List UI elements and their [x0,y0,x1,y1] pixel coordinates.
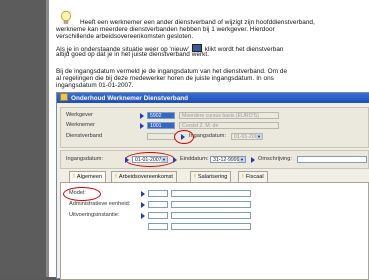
chevron-down-icon[interactable]: ▼ [256,134,262,139]
warning-icon: ! [73,174,75,180]
uitvoeringsinstantie-label: Uitvoeringsinstantie: [69,212,120,218]
einddatum-pointer-icon [173,157,177,163]
ingangsdatum-pointer-icon [125,157,129,163]
window-title: Onderhoud Werknemer Dienstverband [71,95,189,102]
extra-name-field [171,223,251,230]
tab-algemeen[interactable]: ! Algemeen [69,171,107,182]
paragraph-3-line-1: Bij de ingangsdatum vermeld je de ingang… [56,68,288,75]
administratieve-eenheid-label: Administratieve eenheid: [69,201,131,207]
administratieve-name-field [171,201,251,208]
tab-algemeen-label: Algemeen [76,174,103,180]
omschrijving-field[interactable] [297,156,367,163]
ingangsdatum-inline-field[interactable]: 01-01-2007 ▼ [231,133,263,140]
werknemer-field[interactable]: 1001 [147,122,175,129]
left-margin [0,0,46,277]
date-panel: Ingangsdatum: 01-01-2007 ▼ Einddatum: 31-… [60,150,369,169]
dienstverband-window: Onderhoud Werknemer Dienstverband Werkge… [56,92,369,280]
model-code-field[interactable] [148,190,168,197]
paragraph-3-line-2: al regelingen die bij deze medewerker ho… [56,75,274,82]
ingangsdatum-inline-label: Ingangsdatum: [189,133,227,139]
dienstverband-field[interactable] [147,133,175,140]
ingangsdatum-label: Ingangsdatum: [66,156,104,162]
window-titlebar: Onderhoud Werknemer Dienstverband [57,93,369,103]
werknemer-pointer-icon [140,123,144,129]
warning-icon: ! [115,174,117,180]
warning-icon: ! [194,174,196,180]
werkgever-name-field: Meerdere cursus basis (EURO'S) [179,112,279,119]
ingangsdatum-value: 01-01-2007 [135,157,162,163]
einddatum-label: Einddatum: [180,156,209,162]
paragraph-1-line-3: verschillende arbeidsovereenkomsten gesl… [56,33,194,40]
administratieve-pointer-icon [141,202,145,208]
paragraph-1-line-1: Heeft een werknemer een ander dienstverb… [80,19,315,26]
tab-salarisering[interactable]: ! Salarisering [190,171,232,182]
tab-arbeidsovereenkomst-label: Arbeidsovereenkomst [118,174,173,180]
paragraph-3-line-3: ingangsdatum 01-01-2007. [56,82,134,89]
tab-arbeidsovereenkomst[interactable]: ! Arbeidsovereenkomst [111,171,177,182]
werkgever-label: Werkgever [66,112,93,118]
warning-icon: ! [242,174,244,180]
lightbulb-icon [61,10,71,24]
header-panel: Werkgever 5902 Meerdere cursus basis (EU… [60,107,369,148]
chevron-down-icon[interactable]: ▼ [161,157,167,162]
administratieve-code-field[interactable] [148,201,168,208]
tab-fiscaal[interactable]: ! Fiscaal [238,171,268,182]
werknemer-label: Werknemer [66,122,95,128]
omschrijving-pointer-icon [251,157,255,163]
uitvoeringsinstantie-name-field [171,212,251,219]
omschrijving-label: Omschrijving: [258,156,292,162]
werkgever-field[interactable]: 5902 [147,112,175,119]
dienstverband-label: Dienstverband [66,133,103,139]
tab-salarisering-label: Salarisering [197,174,228,180]
model-name-field [171,190,251,197]
tab-fiscaal-label: Fiscaal [245,174,264,180]
paragraph-2-suffix: klikt wordt het dienstverban [204,46,284,53]
uitvoeringsinstantie-pointer-icon [141,213,145,219]
algemeen-panel: Model: Administratieve eenheid: Uitvoeri… [60,182,369,280]
werkgever-pointer-icon [140,113,144,119]
extra-code-field[interactable] [148,223,168,230]
paragraph-1-line-2: werkneme kan meerdere dienstverbanden he… [56,26,275,33]
dienstverband-new-icon[interactable] [181,134,185,140]
model-pointer-icon [141,191,145,197]
paragraph-2-line-2: altijd goed op dat je in het juiste dien… [56,51,210,58]
ingangsdatum-field[interactable]: 01-01-2007 ▼ [132,156,168,163]
chevron-down-icon[interactable]: ▼ [239,157,245,162]
einddatum-value: 31-12-9999 [213,157,240,163]
window-app-icon [60,93,68,101]
einddatum-field[interactable]: 31-12-9999 ▼ [210,156,246,163]
model-label: Model: [69,190,86,196]
werknemer-name-field: Cursist 2. M. de [179,122,279,129]
uitvoeringsinstantie-code-field[interactable] [148,212,168,219]
